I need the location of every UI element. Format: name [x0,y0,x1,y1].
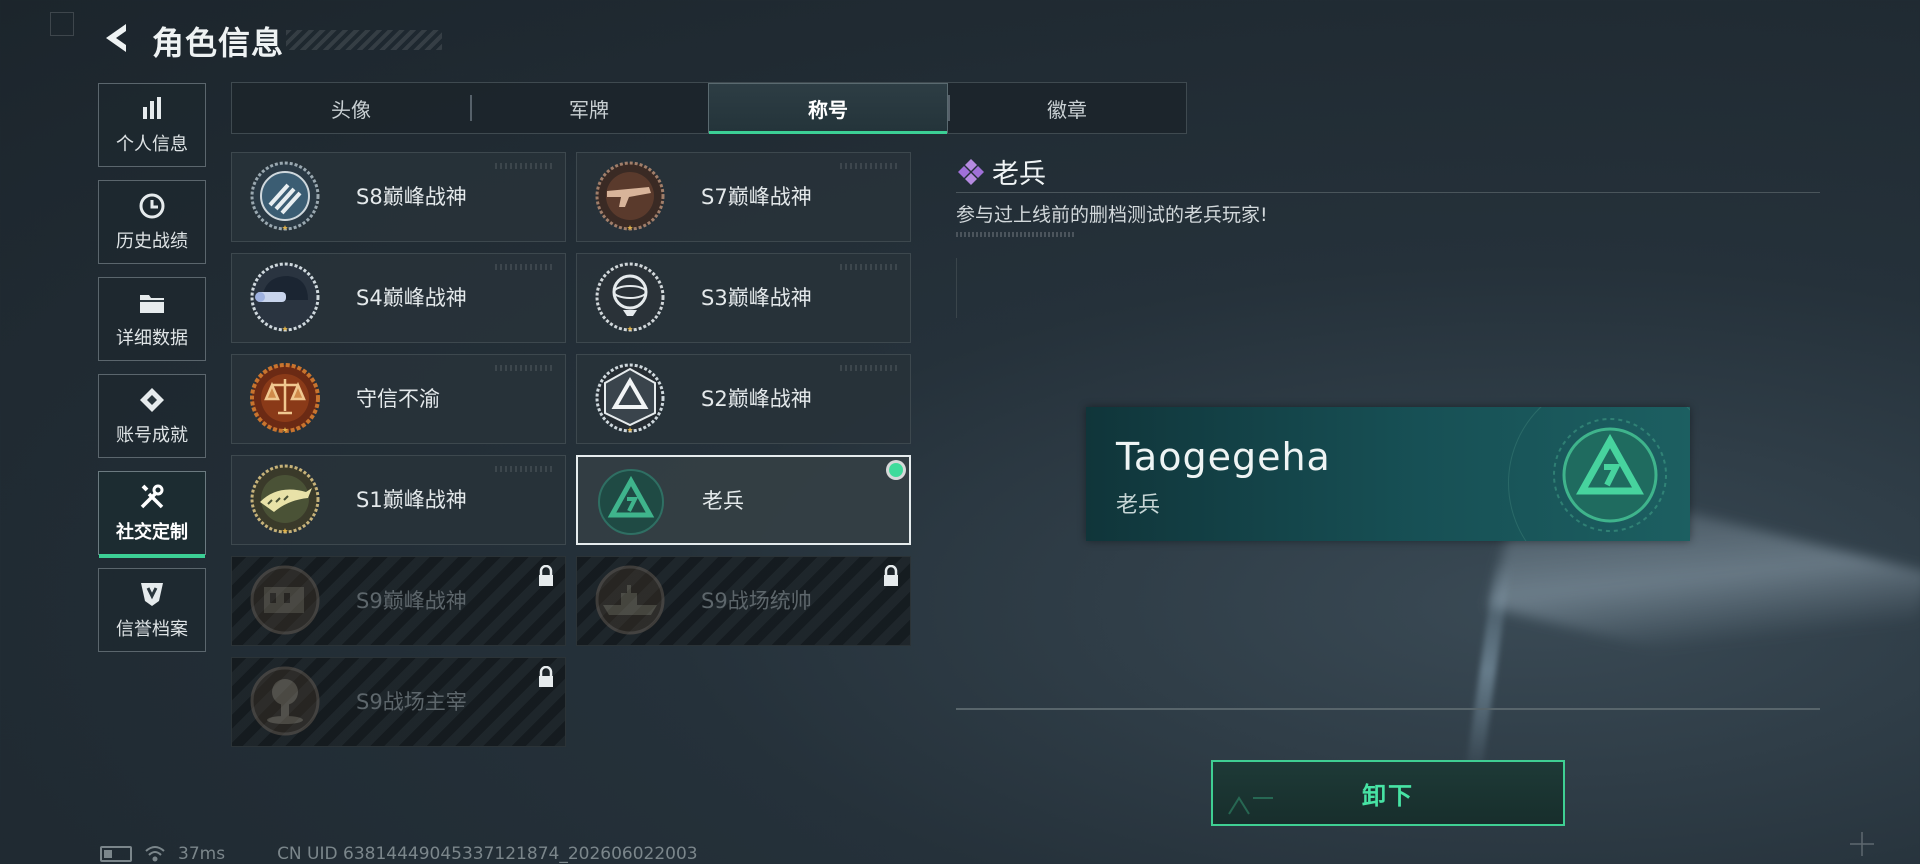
equipped-indicator [889,463,903,477]
crocodile-emblem-icon [250,464,320,534]
tab-badge[interactable]: 徽章 [948,83,1186,133]
corner-mark [50,12,74,36]
title-card-name: S9巅峰战神 [356,589,467,613]
battery-icon [100,846,132,862]
status-bar: 37ms CN UID 63814449045337121874_2026060… [100,844,698,864]
title-card-s1[interactable]: S1巅峰战神 [231,455,566,545]
sidebar-item-details[interactable]: 详细数据 [98,277,206,361]
nameplate-player-name: Taogegeha [1116,435,1331,479]
title-card-name: S1巅峰战神 [356,488,467,512]
globe-emblem-icon [595,262,665,332]
title-card-s4[interactable]: S4巅峰战神 [231,253,566,343]
lock-icon [539,565,553,586]
scales-emblem-icon [250,363,320,433]
selected-title-name: 老兵 [992,159,1046,190]
title-nameplate-preview: Taogegeha 老兵 [1086,407,1690,541]
title-card-veteran[interactable]: 老兵 [576,455,911,545]
lock-icon [539,666,553,687]
crosshair-icon [1850,832,1874,856]
tab-dogtag[interactable]: 军牌 [470,83,708,133]
tab-bar: 头像 军牌 称号 徽章 [231,82,1187,134]
tab-avatar[interactable]: 头像 [232,83,470,133]
title-card-s2[interactable]: S2巅峰战神 [576,354,911,444]
rifle-emblem-icon [595,161,665,231]
card-decoration [840,365,900,371]
sidebar-item-label: 信誉档案 [116,619,188,640]
shield-badge-icon [141,583,163,606]
sidebar-item-label: 历史战绩 [116,231,188,252]
sidebar-item-history[interactable]: 历史战绩 [98,180,206,264]
frame-left-edge [956,258,957,318]
title-card-faithful[interactable]: 守信不渝 [231,354,566,444]
sidebar-item-label: 账号成就 [116,425,188,446]
title-card-s7[interactable]: S7巅峰战神 [576,152,911,242]
stripes-emblem-icon [250,161,320,231]
triangle-emblem-icon [595,363,665,433]
sidebar-item-label: 详细数据 [116,328,188,349]
nameplate-title: 老兵 [1116,493,1161,518]
title-card-name: S3巅峰战神 [701,286,812,310]
sidebar-item-label: 个人信息 [116,134,188,155]
sidebar-item-profile[interactable]: 个人信息 [98,83,206,167]
title-card-s3[interactable]: S3巅峰战神 [576,253,911,343]
frame-bottom-edge [956,708,1820,710]
divider [956,192,1820,193]
selected-title-description: 参与过上线前的删档测试的老兵玩家! [956,204,1268,226]
title-card-name: S7巅峰战神 [701,185,812,209]
title-card-name: S9战场主宰 [356,690,467,714]
unequip-label: 卸下 [1362,781,1414,810]
title-card-name: S8巅峰战神 [356,185,467,209]
lock-icon [884,565,898,586]
title-card-name: 守信不渝 [356,387,440,411]
ping-value: 37ms [178,844,226,864]
tab-title[interactable]: 称号 [708,83,948,134]
page-title: 角色信息 [152,24,285,62]
title-type-icon [958,159,984,185]
wifi-icon [145,846,165,862]
user-uid: CN UID 63814449045337121874_202606022003 [277,844,698,864]
sidebar-item-label: 社交定制 [116,522,188,543]
sidebar-item-achievements[interactable]: 账号成就 [98,374,206,458]
veteran-emblem-icon [1553,418,1667,532]
card-decoration [495,466,555,472]
title-card-s8[interactable]: S8巅峰战神 [231,152,566,242]
unequip-button[interactable]: 卸下 [1211,760,1565,826]
title-card-name: S4巅峰战神 [356,286,467,310]
title-card-name: S9战场统帅 [701,589,812,613]
sidebar-item-credit[interactable]: 信誉档案 [98,568,206,652]
helmet-emblem-icon [250,262,320,332]
card-decoration [495,365,555,371]
warship-emblem-icon [595,565,665,635]
clock-icon [139,193,165,219]
sidebar-item-social[interactable]: 社交定制 [98,471,206,558]
back-arrow-icon[interactable] [98,20,134,56]
card-decoration [840,264,900,270]
bar-chart-icon [143,97,161,119]
title-card-name: 老兵 [702,489,744,513]
card-decoration [840,163,900,169]
title-card-s9-commander[interactable]: S9战场统帅 [576,556,911,646]
title-card-s9-dominator[interactable]: S9战场主宰 [231,657,566,747]
veteran-emblem-icon [598,469,664,535]
tools-icon [140,484,164,509]
title-decoration [286,30,442,50]
button-decoration [1228,796,1273,815]
ruins-emblem-icon [250,565,320,635]
card-decoration [495,264,555,270]
sidebar: 个人信息 历史战绩 详细数据 账号成就 社交定制 信誉档案 [98,83,208,665]
folder-icon [140,295,164,313]
card-decoration [495,163,555,169]
explosion-emblem-icon [250,666,320,736]
title-card-name: S2巅峰战神 [701,387,812,411]
achievement-icon [140,388,164,412]
description-decoration [956,232,1076,237]
title-card-s9-peak[interactable]: S9巅峰战神 [231,556,566,646]
